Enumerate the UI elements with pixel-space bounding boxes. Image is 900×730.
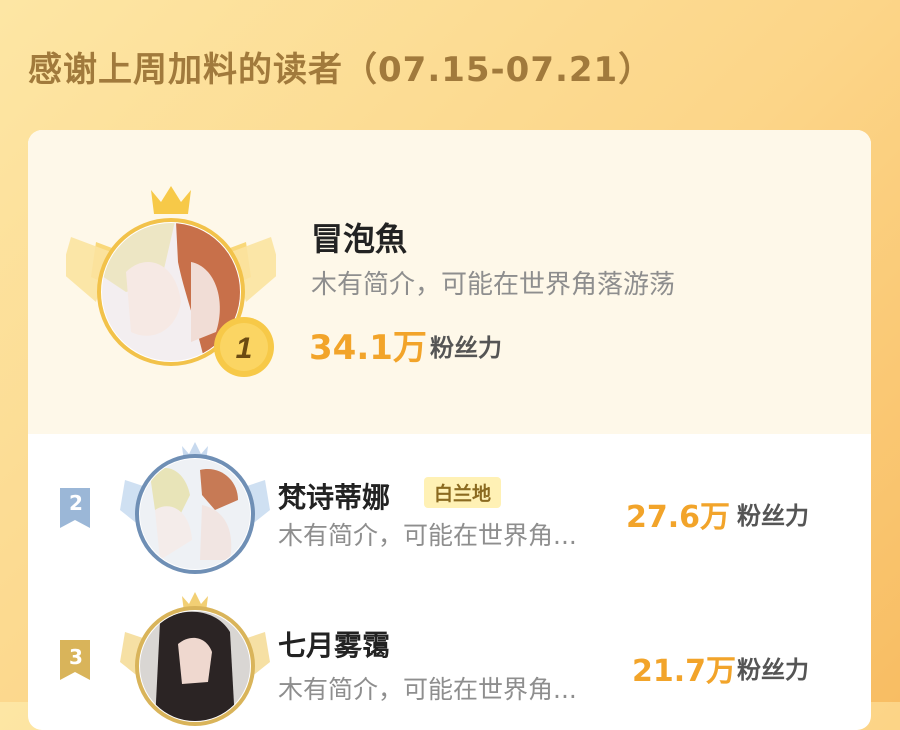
reader-bio: 木有简介，可能在世界角... xyxy=(278,675,577,704)
fan-power-unit: 粉丝力 xyxy=(737,656,809,684)
reader-name: 梵诗蒂娜 xyxy=(278,481,391,514)
leaderboard-card: 1 冒泡魚 木有简介，可能在世界角落游荡 34.1万 粉丝力 2 梵诗蒂娜 白兰… xyxy=(28,130,871,730)
page-title: 感谢上周加料的读者（07.15-07.21） xyxy=(28,50,654,90)
bronze-avatar-frame xyxy=(120,592,270,726)
fan-power-value: 34.1万 xyxy=(309,328,427,368)
crown-icon xyxy=(151,186,191,214)
reader-bio: 木有简介，可能在世界角落游荡 xyxy=(311,270,676,300)
avatar xyxy=(140,459,250,569)
fan-power-unit: 粉丝力 xyxy=(430,334,502,362)
rank-number: 2 xyxy=(69,491,83,515)
fan-power-value: 21.7万 xyxy=(632,654,737,689)
reader-name: 七月雾霭 xyxy=(278,629,391,662)
fan-power-value: 27.6万 xyxy=(626,500,731,535)
silver-avatar-frame xyxy=(120,442,270,574)
rank-number: 1 xyxy=(236,332,253,365)
medal-icon: 1 xyxy=(214,317,274,377)
reader-name: 冒泡魚 xyxy=(311,220,408,258)
fan-level-badge: 白兰地 xyxy=(424,477,502,508)
reader-bio: 木有简介，可能在世界角... xyxy=(278,521,577,550)
fan-power-unit: 粉丝力 xyxy=(737,502,809,530)
rank-number: 3 xyxy=(69,645,83,669)
gold-avatar-frame: 1 xyxy=(66,186,276,377)
